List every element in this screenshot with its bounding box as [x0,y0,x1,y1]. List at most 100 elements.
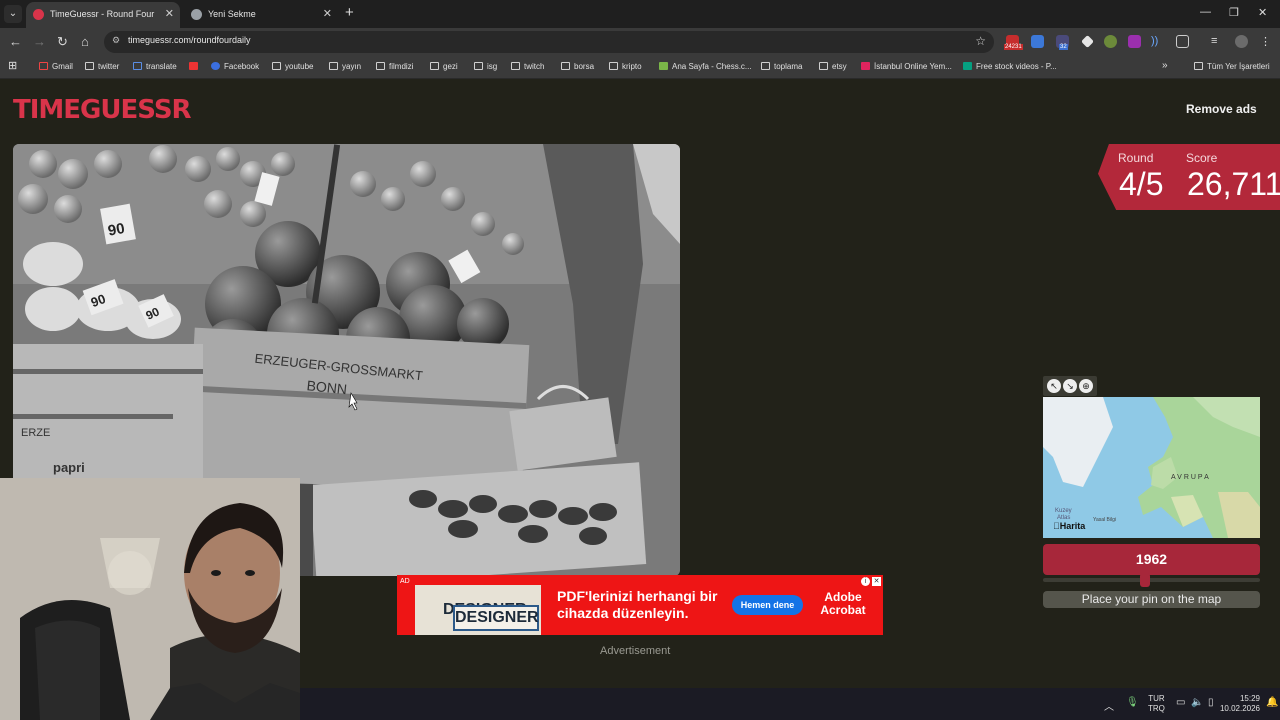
notification-bell-icon[interactable]: 🔔 [1266,697,1278,708]
guess-map[interactable]: AVRUPA Kuzey Atlas Yasal Bilgi Harita [1043,397,1260,538]
webcam-overlay [0,478,300,720]
bookmark-folder[interactable]: isg [474,62,497,71]
bookmark-folder[interactable]: gezi [430,62,458,71]
bookmark-item[interactable]: Facebook [211,62,259,71]
folder-icon [376,62,385,70]
map-region-label: AVRUPA [1171,474,1211,481]
close-tab-icon[interactable]: ✕ [323,2,332,26]
bookmark-folder[interactable]: etsy [819,62,847,71]
tab-new-tab[interactable]: Yeni Sekme ✕ [184,2,338,28]
ad-designer-card: DESIGNER [453,605,539,631]
profile-avatar[interactable] [1235,35,1248,48]
facebook-icon [211,62,220,70]
back-arrow-icon[interactable]: ← [9,34,22,49]
ad-close-icon[interactable]: ✕ [872,577,881,586]
tab-search-button[interactable]: ⌄ [4,5,22,23]
youtube-bookmark-icon[interactable] [189,62,202,71]
bookmark-item[interactable]: twitter [85,62,119,71]
chess-icon [659,62,668,70]
reload-icon[interactable]: ↻ [57,34,68,50]
forward-arrow-icon[interactable]: → [33,34,46,49]
bookmark-folder[interactable]: twitch [511,62,544,71]
network-icon[interactable]: ▭ [1176,697,1185,708]
shrink-map-icon[interactable]: ↘ [1063,379,1077,393]
map-legal-link[interactable]: Yasal Bilgi [1093,517,1116,523]
microphone-icon[interactable]: 🎙 [1126,697,1139,708]
menu-kebab-icon[interactable]: ⋮ [1260,35,1273,48]
all-bookmarks-folder[interactable]: Tüm Yer İşaretleri [1194,62,1270,71]
ad-cta-button[interactable]: Hemen dene [732,595,803,615]
bookmark-item[interactable]: Free stock videos - P... [963,62,1057,71]
timeguessr-favicon-icon [33,9,44,20]
tab-strip: ⌄ TimeGuessr - Round Four ✕ Yeni Sekme ✕… [0,0,1280,28]
more-bookmarks-chevron-icon[interactable]: » [1162,60,1168,71]
extension-badge-count: 24231 [1004,44,1023,50]
folder-icon [329,62,338,70]
bookmark-folder[interactable]: yayın [329,62,361,71]
close-window-icon[interactable]: ✕ [1258,6,1267,19]
clock[interactable]: 15:29 10.02.2026 [1210,694,1260,714]
place-pin-button[interactable]: Place your pin on the map [1043,591,1260,608]
minimize-icon[interactable]: — [1200,6,1211,18]
extension-badge-count: 32 [1059,44,1068,50]
volume-icon[interactable]: 🔈 [1191,697,1203,708]
expand-map-icon[interactable]: ↖ [1047,379,1061,393]
close-tab-icon[interactable]: ✕ [165,2,174,26]
site-info-icon[interactable]: ⚙ [112,35,120,46]
folder-icon [511,62,520,70]
x-logo-icon [85,62,94,70]
bookmark-folder[interactable]: toplama [761,62,802,71]
bookmark-item[interactable]: İstanbul Online Yem... [861,62,952,71]
bookmark-folder[interactable]: kripto [609,62,642,71]
extensions-puzzle-icon[interactable] [1176,35,1189,48]
year-display: 1962 [1043,544,1260,575]
ad-info-icon[interactable]: i [861,577,870,586]
tray-overflow-chevron-icon[interactable]: ︿ [1104,698,1114,713]
remove-ads-button[interactable]: Remove ads [1186,102,1257,116]
folder-icon [561,62,570,70]
folder-icon [761,62,770,70]
youtube-icon [189,62,198,70]
tab-timeguessr[interactable]: TimeGuessr - Round Four ✕ [26,2,180,28]
folder-icon [819,62,828,70]
bookmark-item[interactable]: translate [133,62,177,71]
ad-brand-logo: Adobe Acrobat [820,590,866,617]
folder-icon [609,62,618,70]
glasses-extension-icon[interactable] [1104,35,1117,48]
ad-banner[interactable]: AD DESIGNER DESIGNER PDF'lerinizi herhan… [397,575,883,635]
home-icon[interactable]: ⌂ [81,34,89,49]
year-slider-thumb[interactable] [1139,573,1150,587]
restore-icon[interactable]: ❐ [1229,6,1239,19]
map-ocean-label-1: Kuzey [1055,508,1072,514]
tab-title: Yeni Sekme [208,9,256,19]
pin-map-icon[interactable]: ⊕ [1079,379,1093,393]
address-bar[interactable]: ⚙ timeguessr.com/roundfourdaily ☆ [104,31,994,53]
url-text: timeguessr.com/roundfourdaily [128,35,251,45]
bookmarks-bar: ⊞ Gmail twitter translate Facebook youtu… [0,56,1280,79]
bookmark-item[interactable]: Ana Sayfa - Chess.c... [659,62,752,71]
folder-icon [1194,62,1203,70]
tab-title: TimeGuessr - Round Four [50,9,155,19]
folder-icon [474,62,483,70]
bookmark-folder[interactable]: youtube [272,62,313,71]
bookmark-item[interactable]: Gmail [39,62,73,71]
round-value: 4/5 [1119,166,1164,202]
apps-grid-icon[interactable]: ⊞ [8,59,17,72]
crate-brand-text: papri [53,460,85,475]
extension-icon[interactable] [1128,35,1141,48]
crate-side-text: ERZE [21,427,50,439]
keyboard-language-indicator[interactable]: TUR TRQ [1148,694,1165,714]
bookmark-folder[interactable]: filmdizi [376,62,413,71]
new-tab-plus-icon[interactable]: + [345,4,354,21]
year-slider-track[interactable] [1043,578,1260,582]
audio-extension-icon[interactable]: )) [1151,35,1164,48]
timeguessr-logo[interactable]: TIMEGUESSR [13,88,192,132]
media-control-icon[interactable]: ≡ [1211,35,1224,48]
bookmark-star-icon[interactable]: ☆ [975,34,986,48]
score-label: Score [1186,151,1218,165]
advertisement-caption: Advertisement [600,645,671,657]
chrome-favicon-icon [191,9,202,20]
bookmark-folder[interactable]: borsa [561,62,594,71]
translate-extension-icon[interactable] [1031,35,1044,48]
europe-map-illustration: AVRUPA Kuzey Atlas Yasal Bilgi Harita [1043,397,1260,538]
